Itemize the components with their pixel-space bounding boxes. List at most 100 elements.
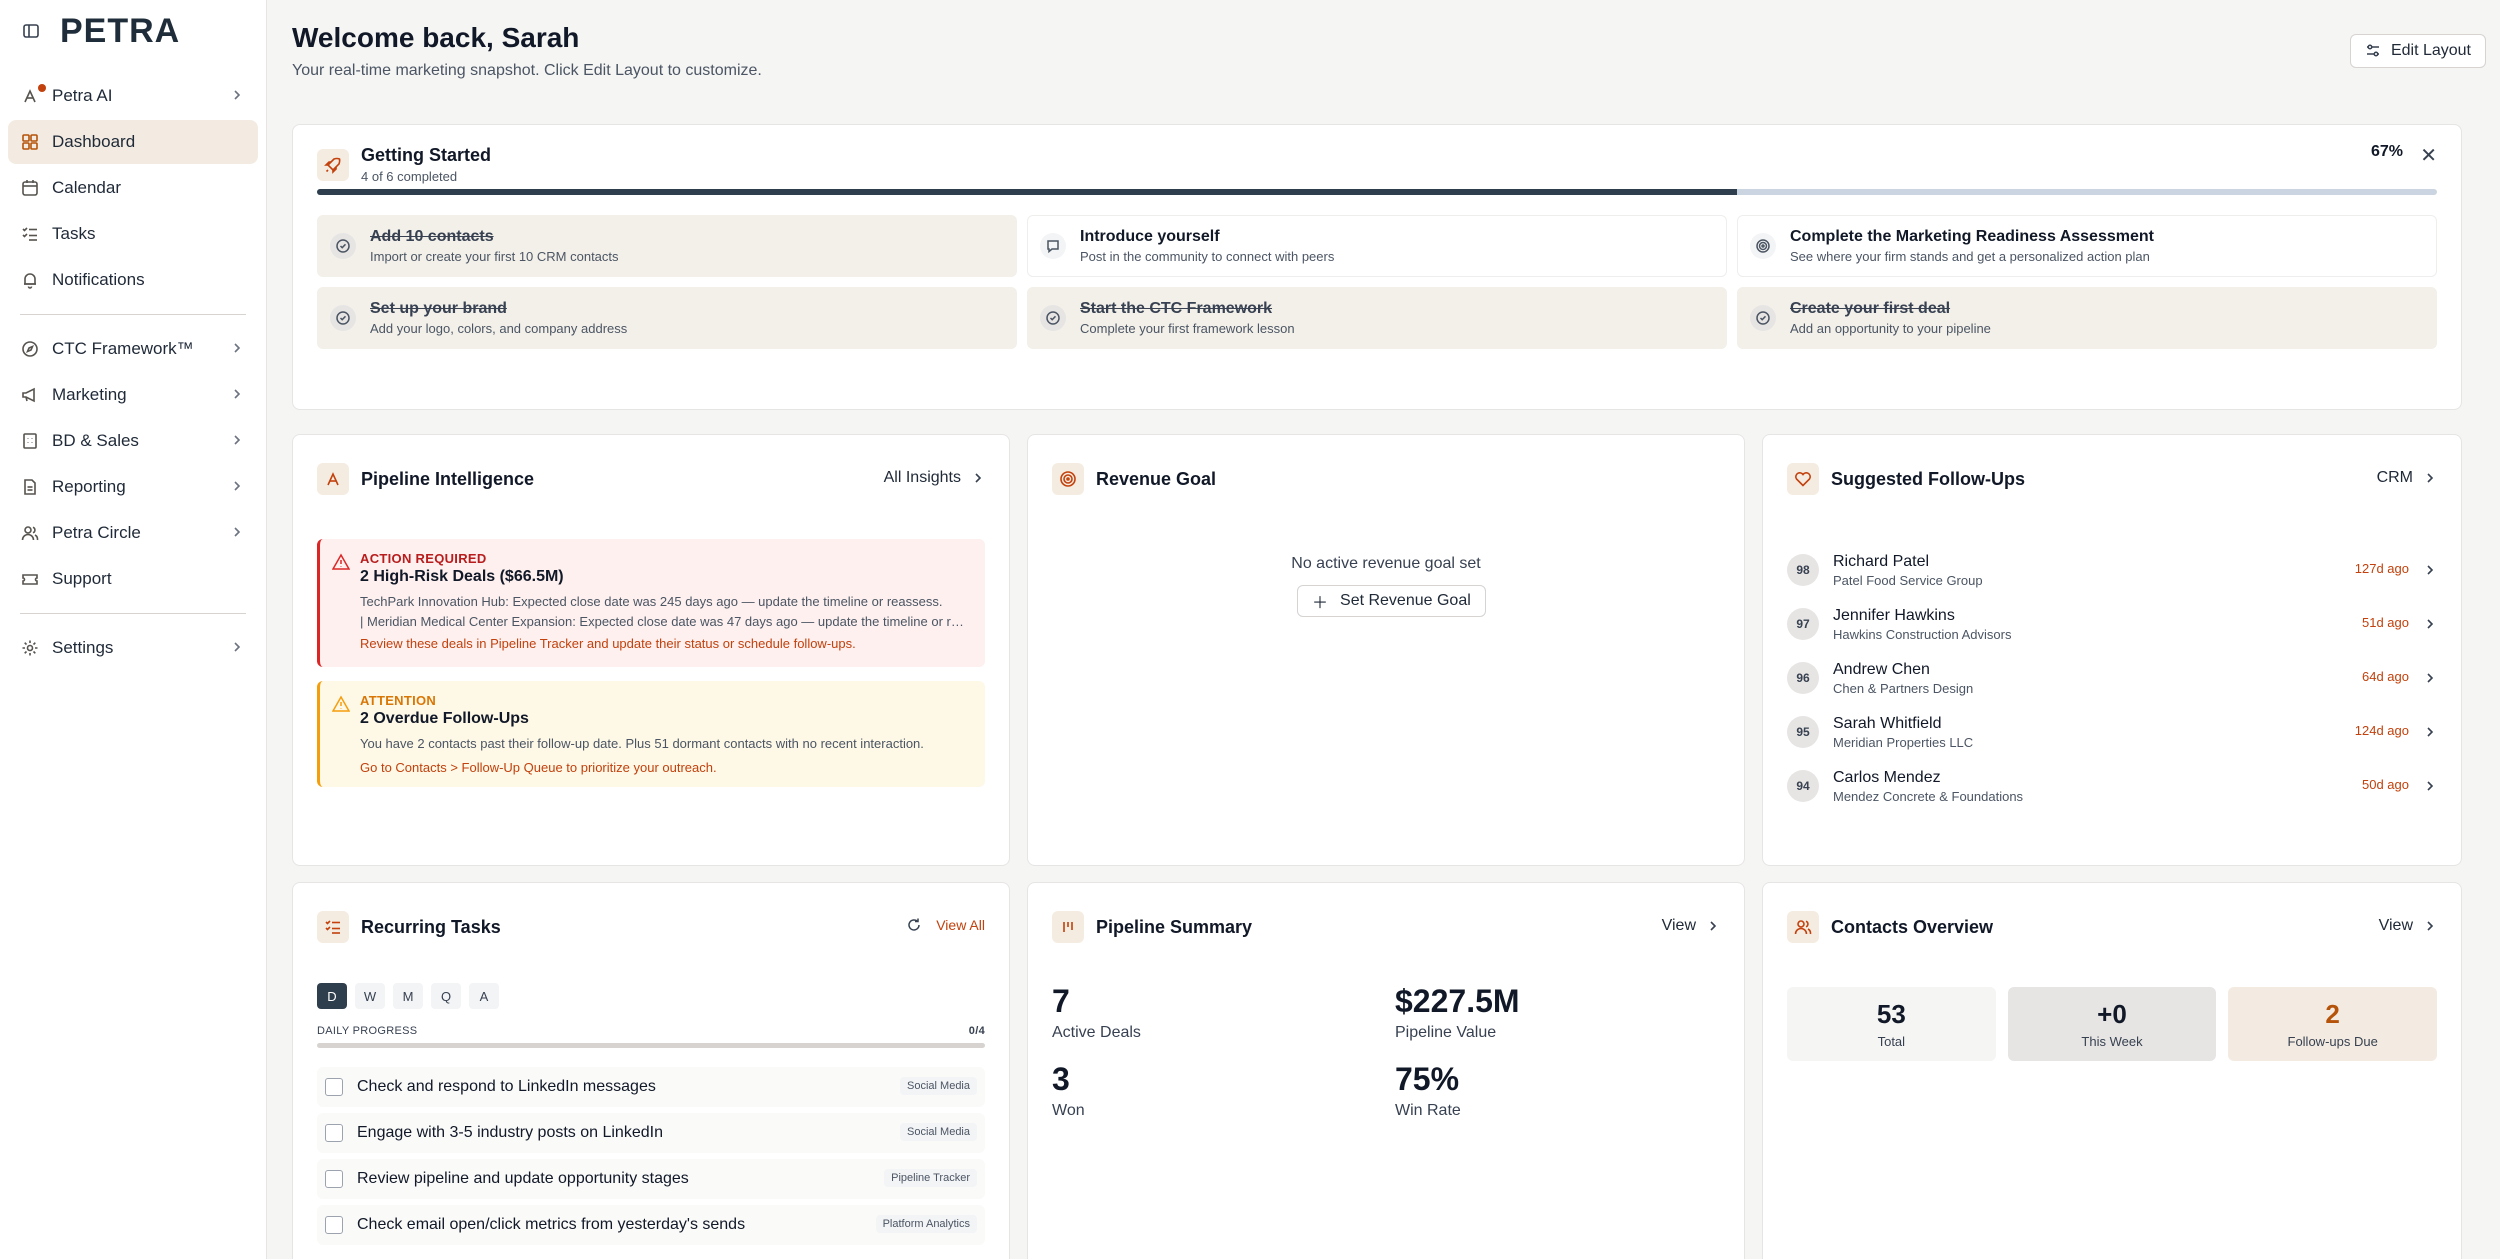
stat-label: Pipeline Value	[1395, 1024, 1497, 1041]
card-title: Suggested Follow-Ups	[1831, 468, 2026, 489]
last-contact-ago: 64d ago	[2362, 669, 2409, 684]
megaphone-icon	[20, 385, 40, 405]
sidebar-item-dashboard[interactable]: Dashboard	[8, 120, 258, 164]
sidebar-item-bd-sales[interactable]: BD & Sales	[8, 419, 258, 463]
view-all-link[interactable]: View All	[936, 917, 985, 933]
sidebar-item-petra-ai[interactable]: Petra AI	[8, 74, 258, 118]
chevron-right-icon	[234, 527, 241, 537]
tab-daily[interactable]: D	[317, 983, 347, 1009]
task-checkbox[interactable]	[325, 1124, 343, 1142]
task-introduce-yourself[interactable]: Introduce yourself Post in the community …	[1027, 215, 1727, 277]
view-link[interactable]: View	[2379, 917, 2437, 935]
sidebar-item-label: CTC Framework™	[52, 339, 194, 358]
getting-started-tasks: Add 10 contacts Import or create your fir…	[317, 215, 2437, 349]
stat-value: 75%	[1395, 1061, 1460, 1097]
heart-icon	[1787, 463, 1819, 495]
task-title: Create your first deal	[1790, 300, 1951, 317]
list-item[interactable]: 95 Sarah Whitfield Meridian Properties LL…	[1787, 705, 2437, 759]
high-risk-alert[interactable]: ACTION REQUIRED 2 High-Risk Deals ($66.5…	[317, 539, 985, 667]
contact-company: Chen & Partners Design	[1833, 680, 1974, 696]
frequency-tabs: D W M Q A	[317, 983, 499, 1009]
tab-quarterly[interactable]: Q	[431, 983, 461, 1009]
stat-value: +0	[2097, 999, 2127, 1029]
overdue-followups-alert[interactable]: ATTENTION 2 Overdue Follow-Ups You have …	[317, 681, 985, 787]
sidebar-item-tasks[interactable]: Tasks	[8, 212, 258, 256]
stat-followups-due[interactable]: 2 Follow-ups Due	[2228, 987, 2437, 1061]
task-setup-brand[interactable]: Set up your brand Add your logo, colors, …	[317, 287, 1017, 349]
tab-monthly[interactable]: M	[393, 983, 423, 1009]
stat-active-deals: 7 Active Deals	[1052, 983, 1141, 1042]
page-subtitle: Your real-time marketing snapshot. Click…	[292, 62, 762, 79]
alert-action: Go to Contacts > Follow-Up Queue to prio…	[360, 760, 717, 775]
list-item[interactable]: 98 Richard Patel Patel Food Service Group…	[1787, 543, 2437, 597]
edit-layout-button[interactable]: Edit Layout	[2349, 34, 2486, 68]
sidebar-item-label: Support	[52, 569, 112, 588]
close-icon[interactable]: ✕	[2420, 143, 2437, 168]
sidebar-item-label: Marketing	[52, 385, 127, 404]
stat-this-week[interactable]: +0 This Week	[2007, 987, 2217, 1061]
list-item[interactable]: 94 Carlos Mendez Mendez Concrete & Founda…	[1787, 759, 2437, 813]
stat-total[interactable]: 53 Total	[1787, 987, 1996, 1061]
sidebar-item-support[interactable]: Support	[8, 557, 258, 601]
check-circle-icon	[330, 305, 356, 331]
task-title: Complete the Marketing Readiness Assessm…	[1790, 228, 2154, 245]
warning-icon	[332, 553, 350, 570]
sidebar-toggle-icon[interactable]	[20, 20, 42, 42]
getting-started-title: Getting Started	[361, 145, 492, 165]
card-header: Pipeline Summary	[1052, 911, 1720, 943]
refresh-icon[interactable]	[906, 917, 922, 933]
task-checkbox[interactable]	[325, 1170, 343, 1188]
task-add-contacts[interactable]: Add 10 contacts Import or create your fir…	[317, 215, 1017, 277]
all-insights-link[interactable]: All Insights	[884, 469, 985, 487]
task-readiness-assessment[interactable]: Complete the Marketing Readiness Assessm…	[1737, 215, 2437, 277]
sidebar-item-ctc-framework[interactable]: CTC Framework™	[8, 327, 258, 371]
tab-annual[interactable]: A	[469, 983, 499, 1009]
sidebar: PETRA Petra AI Dashboard Calendar Tasks …	[0, 0, 267, 1259]
contacts-overview-card: Contacts Overview View 53 Total +0 This …	[1762, 882, 2462, 1259]
task-checkbox[interactable]	[325, 1216, 343, 1234]
task-checkbox[interactable]	[325, 1078, 343, 1096]
chevron-right-icon	[234, 90, 241, 100]
notification-dot	[38, 84, 46, 92]
link-label: CRM	[2376, 469, 2413, 486]
card-header: Revenue Goal	[1052, 463, 1720, 495]
contact-name: Carlos Mendez	[1833, 768, 1941, 786]
edit-layout-label: Edit Layout	[2390, 42, 2471, 59]
stat-value: $227.5M	[1395, 983, 1520, 1019]
daily-progress-bar	[317, 1043, 985, 1048]
task-create-first-deal[interactable]: Create your first deal Add an opportunity…	[1737, 287, 2437, 349]
sidebar-item-label: Notifications	[52, 270, 145, 289]
chevron-right-icon	[234, 435, 241, 445]
contact-company: Hawkins Construction Advisors	[1833, 626, 2012, 642]
card-title: Pipeline Intelligence	[361, 468, 535, 489]
sidebar-item-notifications[interactable]: Notifications	[8, 258, 258, 302]
brain-icon	[317, 463, 349, 495]
score-badge: 94	[1787, 770, 1819, 802]
list-item[interactable]: 97 Jennifer Hawkins Hawkins Construction …	[1787, 597, 2437, 651]
set-revenue-goal-button[interactable]: ＋ Set Revenue Goal	[1297, 585, 1486, 617]
task-tag: Platform Analytics	[875, 1215, 977, 1233]
sidebar-item-petra-circle[interactable]: Petra Circle	[8, 511, 258, 555]
view-link[interactable]: View	[1662, 917, 1720, 935]
list-item[interactable]: 96 Andrew Chen Chen & Partners Design 64d…	[1787, 651, 2437, 705]
recurring-tasks-card: Recurring Tasks View All D W M Q A DAILY…	[292, 882, 1010, 1259]
sidebar-item-marketing[interactable]: Marketing	[8, 373, 258, 417]
calendar-icon	[20, 178, 40, 198]
alert-body-line: | Meridian Medical Center Expansion: Exp…	[360, 614, 971, 629]
task-start-ctc-framework[interactable]: Start the CTC Framework Complete your fir…	[1027, 287, 1727, 349]
task-desc: Complete your first framework lesson	[1080, 321, 1295, 336]
progress-bar	[317, 189, 2437, 195]
task-desc: Add an opportunity to your pipeline	[1790, 321, 1991, 336]
chevron-right-icon	[1710, 921, 1717, 931]
petra-logo[interactable]: PETRA	[60, 12, 180, 51]
sidebar-item-settings[interactable]: Settings	[8, 626, 258, 670]
sidebar-item-label: Petra AI	[52, 86, 113, 105]
stat-value: 7	[1052, 983, 1070, 1019]
chevron-right-icon	[975, 473, 982, 483]
sidebar-item-calendar[interactable]: Calendar	[8, 166, 258, 210]
pipeline-summary-card: Pipeline Summary View 7 Active Deals $22…	[1027, 882, 1745, 1259]
crm-link[interactable]: CRM	[2377, 469, 2437, 487]
task-title: Introduce yourself	[1080, 228, 1220, 245]
sidebar-item-reporting[interactable]: Reporting	[8, 465, 258, 509]
tab-weekly[interactable]: W	[355, 983, 385, 1009]
